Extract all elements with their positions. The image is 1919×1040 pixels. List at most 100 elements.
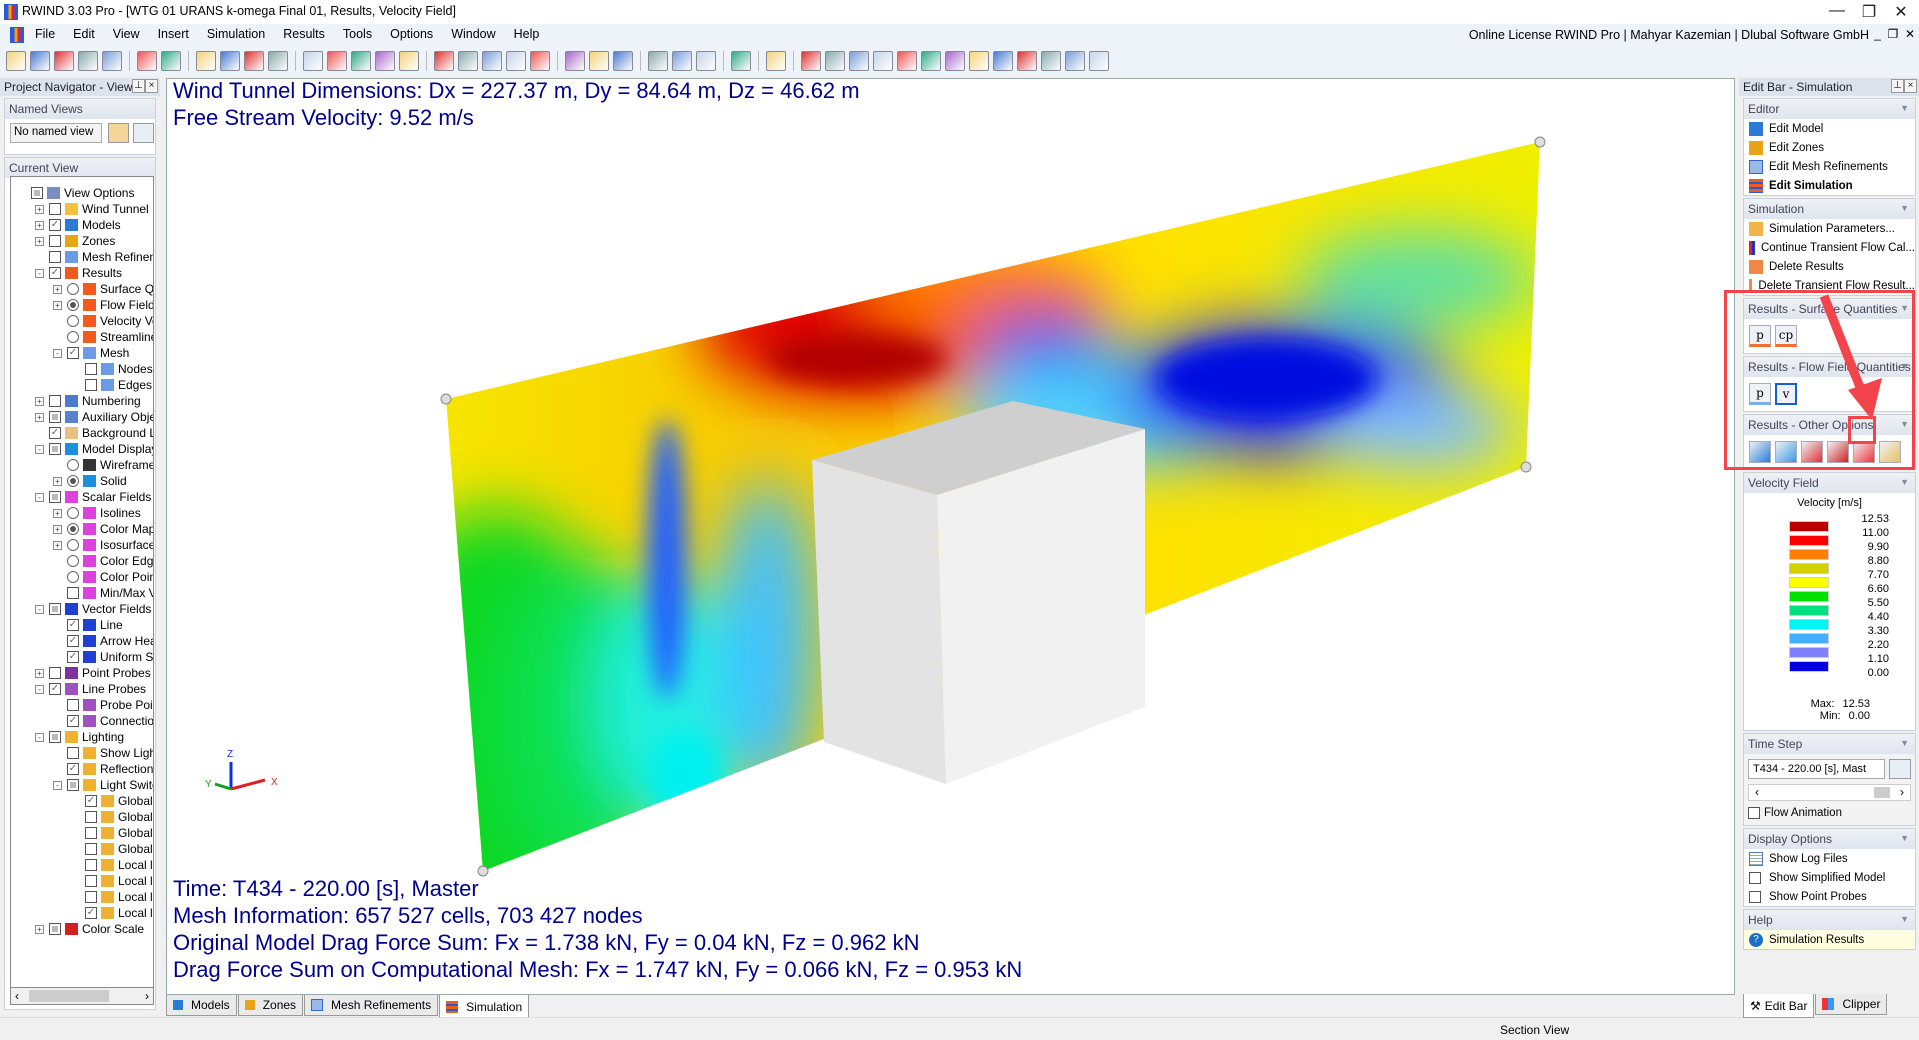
edit-simulation-item[interactable]: Edit Simulation xyxy=(1744,176,1915,195)
t2-icon[interactable] xyxy=(825,51,845,71)
checkbox[interactable] xyxy=(67,779,79,791)
radio-button[interactable] xyxy=(67,571,79,583)
menu-insert[interactable]: Insert xyxy=(149,24,198,44)
tree-item[interactable]: ✓ Background Laye xyxy=(35,425,153,441)
collapse-icon[interactable]: - xyxy=(53,780,62,790)
tree-item[interactable]: ✓ Local ligh xyxy=(71,905,153,921)
save-icon[interactable] xyxy=(54,51,74,71)
pick-icon[interactable] xyxy=(244,51,264,71)
checkbox[interactable] xyxy=(67,747,79,759)
rotate3-icon[interactable] xyxy=(399,51,419,71)
t11-icon[interactable] xyxy=(1041,51,1061,71)
tree-item[interactable]: Edges xyxy=(71,377,152,393)
rotate-icon[interactable] xyxy=(351,51,371,71)
checkbox[interactable]: ✓ xyxy=(49,267,61,279)
tree-item[interactable]: Global lig xyxy=(71,809,153,825)
checkbox[interactable] xyxy=(49,603,61,615)
time-step-select[interactable]: T434 - 220.00 [s], Mast xyxy=(1748,759,1885,779)
simulation-results-help[interactable]: ? Simulation Results xyxy=(1744,930,1915,949)
tree-item[interactable]: Global lig xyxy=(71,841,153,857)
tree-item[interactable]: Local ligh xyxy=(71,889,153,905)
checkbox[interactable] xyxy=(85,843,97,855)
checkbox[interactable] xyxy=(85,811,97,823)
tree-item[interactable]: Mesh Refinement xyxy=(35,249,153,265)
tree-item[interactable]: Velocity Vect xyxy=(53,313,153,329)
tree-item[interactable]: Show Light S xyxy=(53,745,153,761)
checkbox[interactable]: ✓ xyxy=(67,763,79,775)
checkbox[interactable] xyxy=(67,587,79,599)
wireframe-icon[interactable] xyxy=(648,51,668,71)
expand-icon[interactable]: + xyxy=(53,476,62,486)
checkbox[interactable] xyxy=(85,859,97,871)
scroll-right-icon[interactable]: › xyxy=(145,989,149,1003)
checkbox[interactable]: ✓ xyxy=(49,219,61,231)
menu-options[interactable]: Options xyxy=(381,24,442,44)
menu-simulation[interactable]: Simulation xyxy=(198,24,274,44)
checkbox[interactable] xyxy=(49,731,61,743)
t6-icon[interactable] xyxy=(921,51,941,71)
delete-results-item[interactable]: Delete Results xyxy=(1744,257,1915,276)
menu-file[interactable]: File xyxy=(26,24,64,44)
tree-item[interactable]: - ✓ Mesh xyxy=(53,345,129,361)
expand-icon[interactable]: + xyxy=(53,540,62,550)
radio-button[interactable] xyxy=(67,539,79,551)
checkbox[interactable] xyxy=(85,363,97,375)
checkbox[interactable] xyxy=(85,379,97,391)
tree-item[interactable]: + Wind Tunnel xyxy=(35,201,149,217)
time-step-slider[interactable]: ‹ › xyxy=(1748,784,1911,801)
redo-icon[interactable] xyxy=(161,51,181,71)
color-map-icon[interactable] xyxy=(766,51,786,71)
tree-item[interactable]: ✓ Arrow Head xyxy=(53,633,153,649)
radio-button[interactable] xyxy=(67,459,79,471)
tree-item[interactable]: - ✓ Results xyxy=(35,265,122,281)
checkbox[interactable]: ✓ xyxy=(49,683,61,695)
flow-animation-checkbox[interactable] xyxy=(1748,807,1760,819)
radio-button[interactable] xyxy=(67,555,79,567)
show-simplified-model-item[interactable]: Show Simplified Model xyxy=(1744,868,1915,887)
tree-item[interactable]: + Isolines xyxy=(53,505,141,521)
tree-item[interactable]: + Isosurfaces xyxy=(53,537,153,553)
tree-item[interactable]: Min/Max Valu xyxy=(53,585,153,601)
view3-icon[interactable] xyxy=(482,51,502,71)
t10-icon[interactable] xyxy=(1017,51,1037,71)
mdi-controls[interactable]: _ ❐ ✕ xyxy=(1874,27,1915,41)
t3-icon[interactable] xyxy=(849,51,869,71)
scroll-left-icon[interactable]: ‹ xyxy=(15,989,19,1003)
t4-icon[interactable] xyxy=(873,51,893,71)
tree-item[interactable]: View Options xyxy=(17,185,134,201)
t7-icon[interactable] xyxy=(945,51,965,71)
tab-simulation[interactable]: Simulation xyxy=(439,995,530,1019)
checkbox[interactable] xyxy=(49,203,61,215)
checkbox[interactable]: ✓ xyxy=(67,635,79,647)
grid-icon[interactable] xyxy=(268,51,288,71)
expand-icon[interactable]: + xyxy=(35,668,44,678)
scroll-thumb[interactable] xyxy=(29,990,109,1002)
editor-header[interactable]: Editor ▼ xyxy=(1744,99,1915,119)
tree-item[interactable]: Color Edges xyxy=(53,553,153,569)
tree-item[interactable]: Local ligh xyxy=(71,873,153,889)
app-menu-icon[interactable] xyxy=(10,27,24,43)
tree-item[interactable]: Streamlines xyxy=(53,329,153,345)
checkbox[interactable] xyxy=(67,699,79,711)
tree-item[interactable]: ✓ Connection L xyxy=(53,713,153,729)
menu-edit[interactable]: Edit xyxy=(64,24,104,44)
close-panel-button[interactable]: × xyxy=(1904,79,1917,93)
radio-button[interactable] xyxy=(67,283,79,295)
radio-button[interactable] xyxy=(67,523,79,535)
edit-mesh-refinements-item[interactable]: Edit Mesh Refinements xyxy=(1744,157,1915,176)
tree-item[interactable]: + Point Probes xyxy=(35,665,151,681)
t12-icon[interactable] xyxy=(1065,51,1085,71)
checkbox[interactable] xyxy=(49,667,61,679)
tree-item[interactable]: + Color Map xyxy=(53,521,153,537)
simulation-header[interactable]: Simulation ▼ xyxy=(1744,199,1915,219)
menu-results[interactable]: Results xyxy=(274,24,334,44)
minimize-button[interactable]: — xyxy=(1822,2,1852,20)
collapse-icon[interactable]: - xyxy=(35,492,44,502)
checkbox[interactable] xyxy=(85,875,97,887)
point-probes-checkbox[interactable] xyxy=(1749,890,1761,903)
expand-icon[interactable]: + xyxy=(35,396,44,406)
model-x-icon[interactable] xyxy=(327,51,347,71)
tab-models[interactable]: Models xyxy=(166,995,237,1016)
print-icon[interactable] xyxy=(102,51,122,71)
checkbox[interactable] xyxy=(49,923,61,935)
